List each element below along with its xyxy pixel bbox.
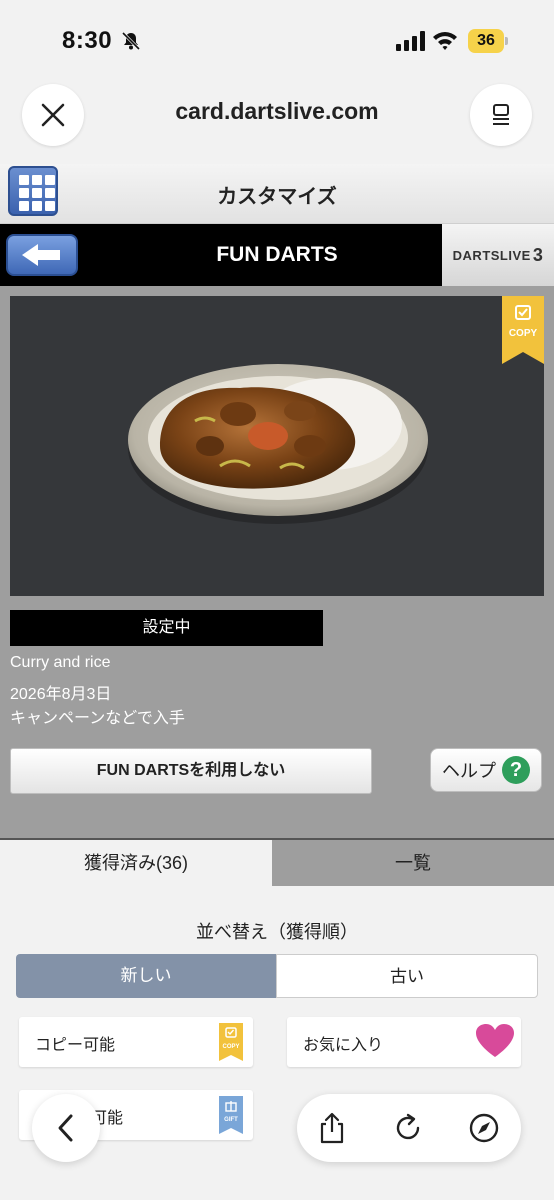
page-header: カスタマイズ [0,164,554,224]
filter-copyable[interactable]: コピー可能 COPY [19,1017,253,1067]
disable-fun-darts-button[interactable]: FUN DARTSを利用しない [10,748,372,794]
cellular-signal-icon [396,31,425,51]
wifi-icon [433,32,457,50]
item-preview: COPY [10,296,544,596]
safari-button[interactable] [466,1110,502,1146]
share-button[interactable] [314,1110,350,1146]
gift-tag-icon: GIFT [219,1096,243,1134]
copy-tag-icon: COPY [219,1023,243,1061]
status-time: 8:30 [62,27,113,54]
heart-icon [476,1024,514,1057]
page-menu-button[interactable] [470,84,532,146]
curry-rice-image [128,364,428,524]
reload-icon [396,1113,420,1140]
reload-button[interactable] [390,1110,426,1146]
question-icon: ? [502,756,530,784]
tab-bar: 獲得済み(36) 一覧 [0,838,554,886]
status-bar: 8:30 36 [0,0,554,84]
item-source: キャンペーンなどで入手 [10,710,185,727]
share-icon [320,1112,344,1144]
brand-number: 3 [532,244,544,265]
battery-level: 36 [468,29,504,53]
tab-list[interactable]: 一覧 [272,840,554,886]
section-bar: FUN DARTS DARTSLIVE 3 [0,224,554,286]
sort-newest-button[interactable]: 新しい [16,954,276,998]
brand-text: DARTSLIVE [452,247,531,263]
copy-ribbon: COPY [502,296,544,364]
browser-address-bar: card.dartslive.com [0,84,554,164]
item-name: Curry and rice [10,654,111,671]
item-date: 2026年8月3日 [10,686,112,703]
tab-acquired[interactable]: 獲得済み(36) [0,840,272,886]
bell-slash-icon [121,31,141,51]
battery-icon: 36 [468,29,508,53]
copy-ribbon-label: COPY [509,328,538,339]
browser-toolbar [297,1094,521,1162]
page-title: カスタマイズ [217,186,337,208]
filter-copyable-label: コピー可能 [35,1037,116,1054]
reader-menu-icon [493,104,509,125]
browser-back-button[interactable] [32,1094,100,1162]
status-badge: 設定中 [10,610,323,646]
filter-favorite[interactable]: お気に入り [287,1017,521,1067]
sort-label: 並べ替え（獲得順） [196,922,358,942]
item-detail-panel: COPY 設定中 Curry and rice 2026年8月3日 キャンペーン… [0,286,554,838]
compass-icon [469,1113,499,1143]
copy-badge-icon: COPY [502,296,544,364]
help-button[interactable]: ヘルプ ? [430,748,542,792]
help-label: ヘルプ [442,761,496,781]
copy-tag-label: COPY [222,1044,239,1050]
gift-tag-label: GIFT [224,1117,238,1123]
dartslive-logo: DARTSLIVE 3 [442,224,554,286]
sort-oldest-button[interactable]: 古い [276,954,538,998]
filter-favorite-label: お気に入り [303,1037,384,1054]
chevron-left-icon [58,1114,73,1142]
